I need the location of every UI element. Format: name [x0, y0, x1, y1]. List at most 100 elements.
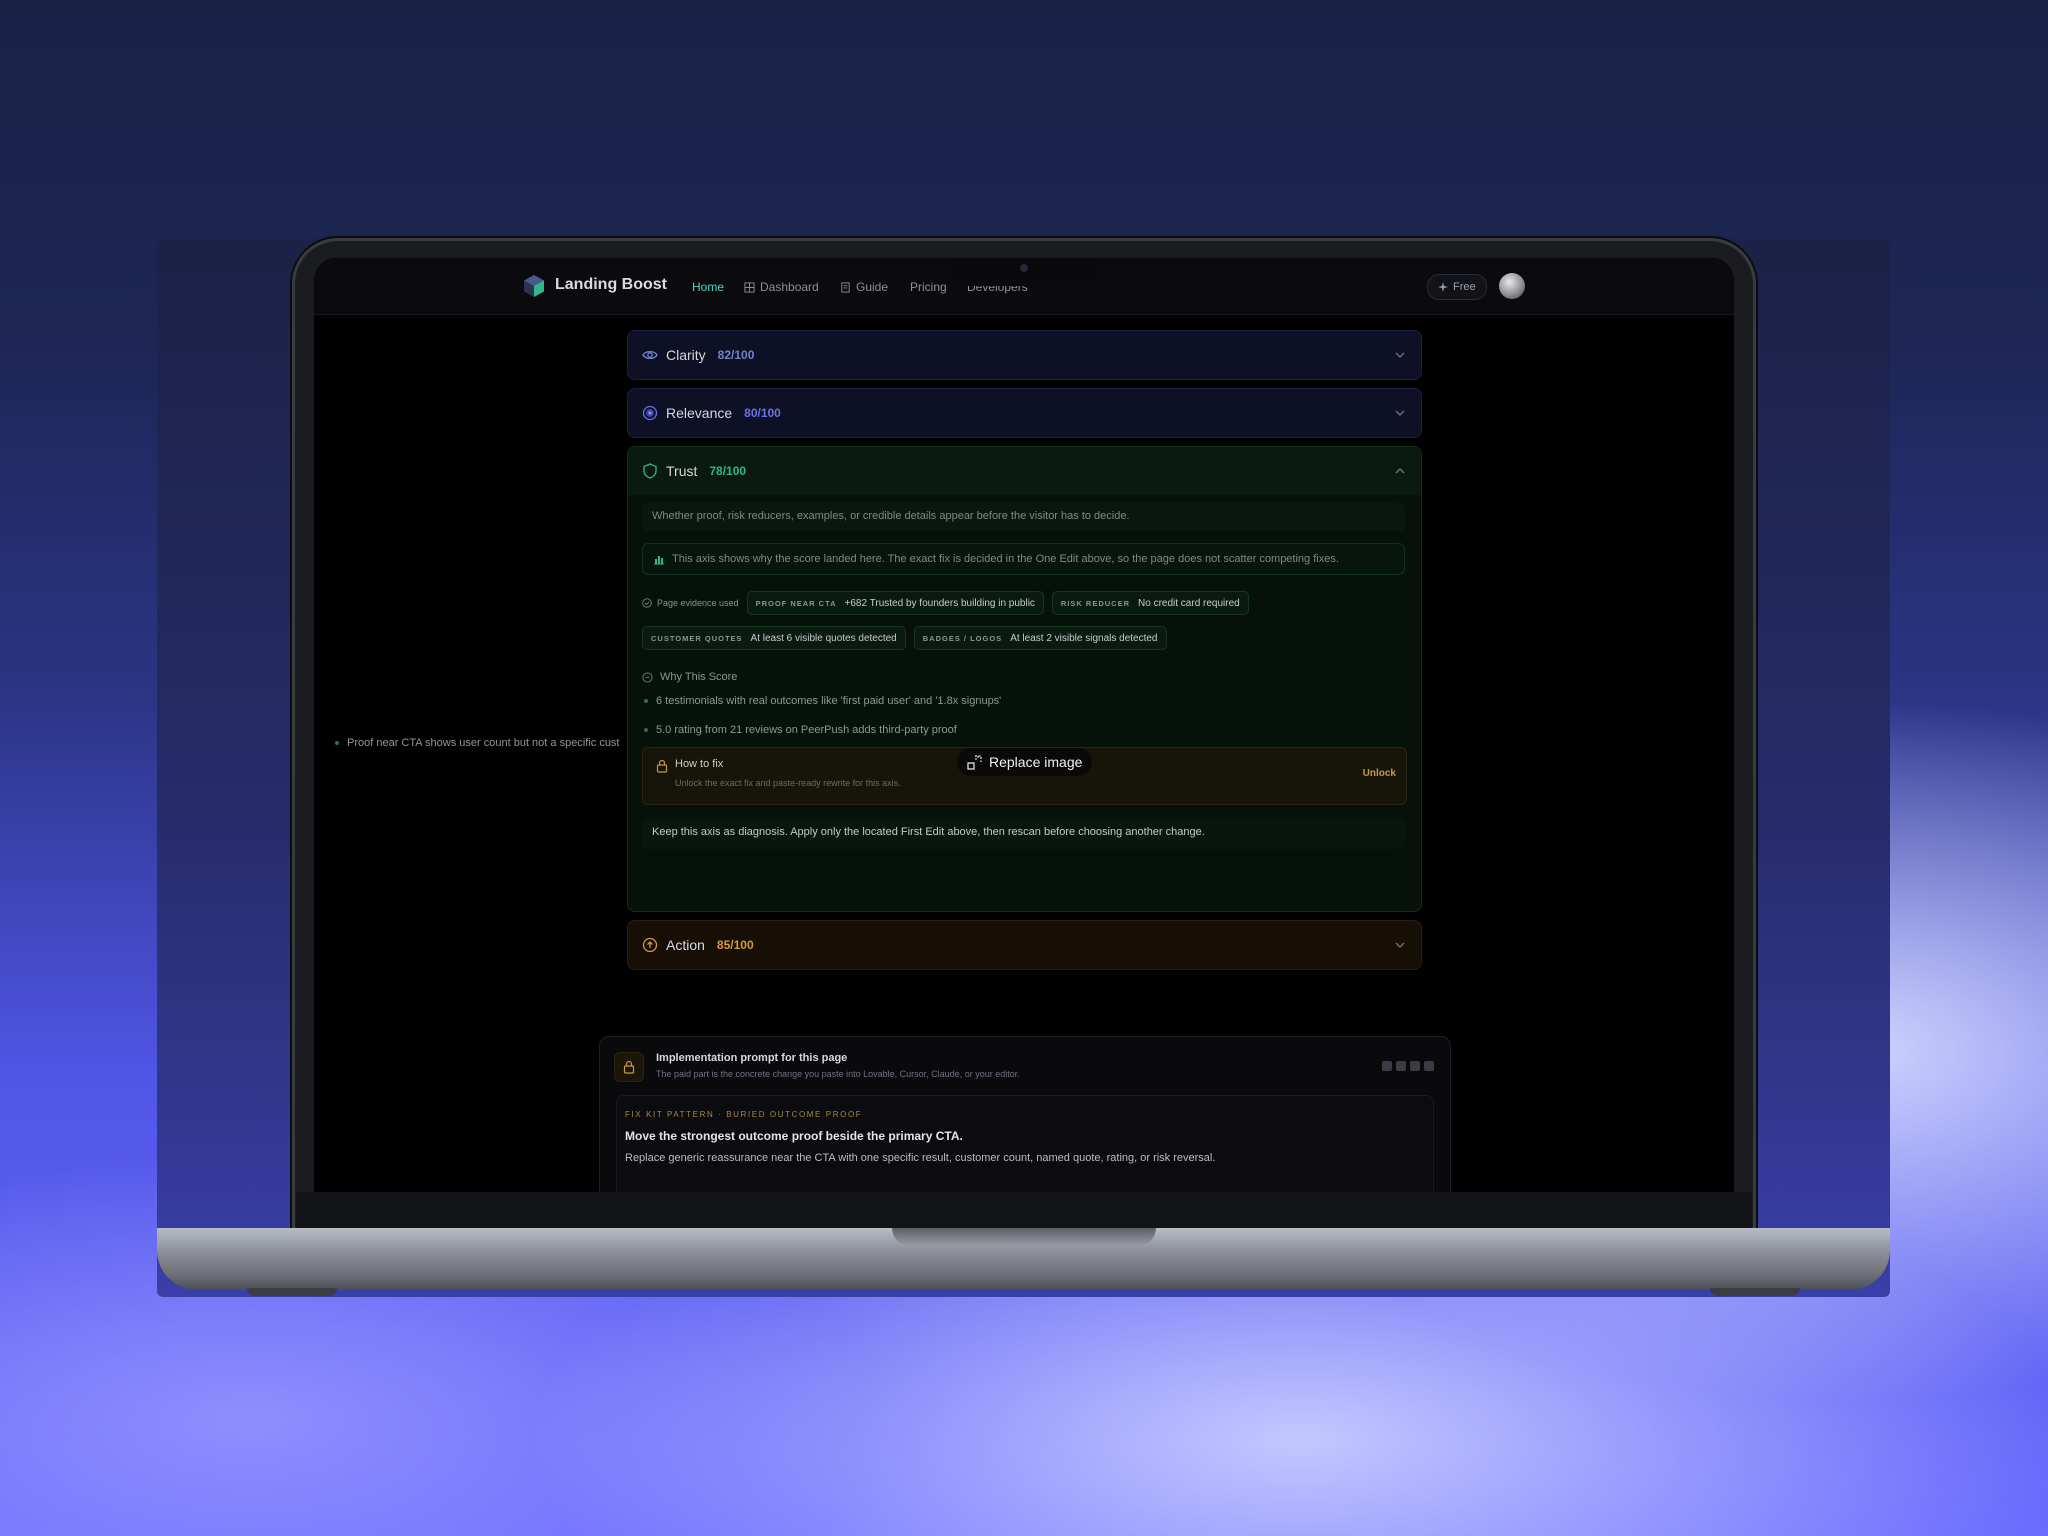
arrow-up-circle-icon	[642, 937, 658, 953]
reason-text: 5.0 rating from 21 reviews on PeerPush a…	[656, 724, 957, 736]
accordion-clarity[interactable]: Clarity 82/100	[627, 330, 1422, 380]
nav-pricing-label: Pricing	[910, 280, 947, 294]
reason-text: 6 testimonials with real outcomes like '…	[656, 695, 1002, 707]
reason-text: Proof near CTA shows user count but not …	[347, 737, 620, 749]
fix-kit-label: FIX KIT PATTERN · BURIED OUTCOME PROOF	[625, 1110, 863, 1119]
evidence-key: RISK REDUCER	[1060, 598, 1131, 608]
relevance-score: 80/100	[744, 406, 781, 420]
trust-title: Trust	[666, 463, 698, 479]
accordion-relevance-header[interactable]: Relevance 80/100	[628, 389, 1421, 437]
lock-icon	[656, 759, 668, 773]
relevance-title: Relevance	[666, 405, 733, 421]
nav-pricing[interactable]: Pricing	[910, 280, 947, 294]
editor-icons	[1382, 1061, 1434, 1071]
grid-icon	[744, 281, 755, 293]
evidence-chip: PROOF NEAR CTA +682 Trusted by founders …	[746, 591, 1044, 615]
cube-logo-icon	[524, 275, 544, 297]
camera-icon	[1020, 264, 1028, 272]
evidence-value: At least 6 visible quotes detected	[750, 632, 897, 644]
action-score: 85/100	[716, 938, 754, 952]
lovable-icon[interactable]	[1382, 1061, 1392, 1071]
nav-dashboard[interactable]: Dashboard	[744, 280, 819, 294]
impl-lock-badge	[614, 1052, 644, 1082]
brand-name[interactable]: Landing Boost	[555, 276, 667, 294]
accordion-relevance[interactable]: Relevance 80/100	[627, 388, 1422, 438]
fix-kit-box: FIX KIT PATTERN · BURIED OUTCOME PROOF M…	[616, 1095, 1434, 1194]
accordion-trust-header[interactable]: Trust 78/100	[628, 447, 1421, 495]
bar-chart-icon	[654, 556, 664, 565]
evidence-key: CUSTOMER QUOTES	[651, 633, 743, 643]
evidence-label: Page evidence used	[642, 598, 739, 608]
check-circle-icon	[642, 598, 652, 608]
how-to-fix-title: How to fix	[675, 758, 724, 770]
clarity-score: 82/100	[717, 348, 755, 362]
list-item: 6 testimonials with real outcomes like '…	[644, 695, 1001, 707]
implementation-subtitle: The paid part is the concrete change you…	[656, 1069, 1020, 1079]
plan-badge[interactable]: Free	[1427, 274, 1487, 300]
camera-notch	[950, 258, 1098, 286]
list-item: Proof near CTA shows user count but not …	[335, 737, 620, 749]
action-title: Action	[666, 937, 705, 953]
evidence-row-2: CUSTOMER QUOTES At least 6 visible quote…	[642, 626, 1167, 650]
evidence-chip: CUSTOMER QUOTES At least 6 visible quote…	[642, 626, 906, 650]
book-icon	[841, 281, 850, 293]
fix-kit-title: Move the strongest outcome proof beside …	[625, 1129, 963, 1143]
chevron-down-icon[interactable]	[1393, 406, 1407, 420]
evidence-key: BADGES / LOGOS	[922, 633, 1003, 643]
laptop-foot-left	[247, 1288, 337, 1296]
accordion-action-header[interactable]: Action 85/100	[628, 921, 1421, 969]
list-item: 5.0 rating from 21 reviews on PeerPush a…	[644, 724, 957, 736]
nav-dashboard-label: Dashboard	[760, 280, 819, 294]
chevron-down-icon[interactable]	[1393, 938, 1407, 952]
nav-home[interactable]: Home	[692, 280, 724, 294]
bullet-dot	[644, 728, 648, 732]
evidence-chip: RISK REDUCER No credit card required	[1051, 591, 1249, 615]
plan-label: Free	[1453, 281, 1476, 293]
trust-description: Whether proof, risk reducers, examples, …	[642, 503, 1405, 531]
evidence-value: No credit card required	[1138, 597, 1240, 609]
accordion-clarity-header[interactable]: Clarity 82/100	[628, 331, 1421, 379]
accordion-trust: Trust 78/100 Whether proof, risk reducer…	[627, 446, 1422, 912]
nav-home-label: Home	[692, 280, 725, 294]
vscode-icon[interactable]	[1424, 1061, 1434, 1071]
sparkle-icon	[1438, 282, 1448, 292]
fix-kit-body: Replace generic reassurance near the CTA…	[625, 1152, 1216, 1164]
bullet-dot	[335, 741, 339, 745]
evidence-row-1: Page evidence used PROOF NEAR CTA +682 T…	[642, 591, 1249, 615]
bullet-dot	[644, 699, 648, 703]
evidence-key: PROOF NEAR CTA	[755, 598, 837, 608]
axis-note: This axis shows why the score landed her…	[642, 543, 1405, 575]
why-score-title: Why This Score	[660, 671, 738, 683]
trust-score: 78/100	[709, 464, 747, 478]
claude-icon[interactable]	[1410, 1061, 1420, 1071]
chevron-up-icon[interactable]	[1393, 464, 1407, 478]
info-circle-icon	[642, 671, 653, 683]
clarity-title: Clarity	[666, 347, 706, 363]
implementation-title: Implementation prompt for this page	[656, 1052, 848, 1064]
evidence-value: At least 2 visible signals detected	[1010, 632, 1158, 644]
implementation-card: Implementation prompt for this page The …	[599, 1036, 1451, 1194]
keep-note: Keep this axis as diagnosis. Apply only …	[642, 817, 1405, 849]
unlock-button[interactable]: Unlock	[1363, 768, 1396, 779]
accordion-action[interactable]: Action 85/100	[627, 920, 1422, 970]
nav-guide[interactable]: Guide	[840, 280, 888, 294]
replace-image-button[interactable]: Replace image	[957, 748, 1093, 776]
how-to-fix-subtitle: Unlock the exact fix and paste-ready rew…	[675, 778, 901, 788]
user-avatar[interactable]	[1499, 273, 1525, 299]
axis-note-text: This axis shows why the score landed her…	[672, 553, 1339, 565]
evidence-label-text: Page evidence used	[657, 598, 739, 608]
laptop-chin	[296, 1192, 1752, 1230]
laptop-hinge-notch	[892, 1228, 1156, 1246]
chevron-down-icon[interactable]	[1393, 348, 1407, 362]
evidence-value: +682 Trusted by founders building in pub…	[844, 597, 1035, 609]
why-score-heading: Why This Score	[642, 671, 737, 683]
target-icon	[642, 405, 658, 421]
nav-guide-label: Guide	[856, 280, 889, 294]
laptop-foot-right	[1710, 1288, 1800, 1296]
laptop-screen: Landing Boost Home Dashboard Guide Prici…	[314, 258, 1734, 1194]
replace-image-icon	[967, 754, 982, 770]
shield-icon	[643, 463, 657, 479]
evidence-chip: BADGES / LOGOS At least 2 visible signal…	[913, 626, 1167, 650]
cursor-icon[interactable]	[1396, 1061, 1406, 1071]
eye-icon	[642, 350, 658, 360]
